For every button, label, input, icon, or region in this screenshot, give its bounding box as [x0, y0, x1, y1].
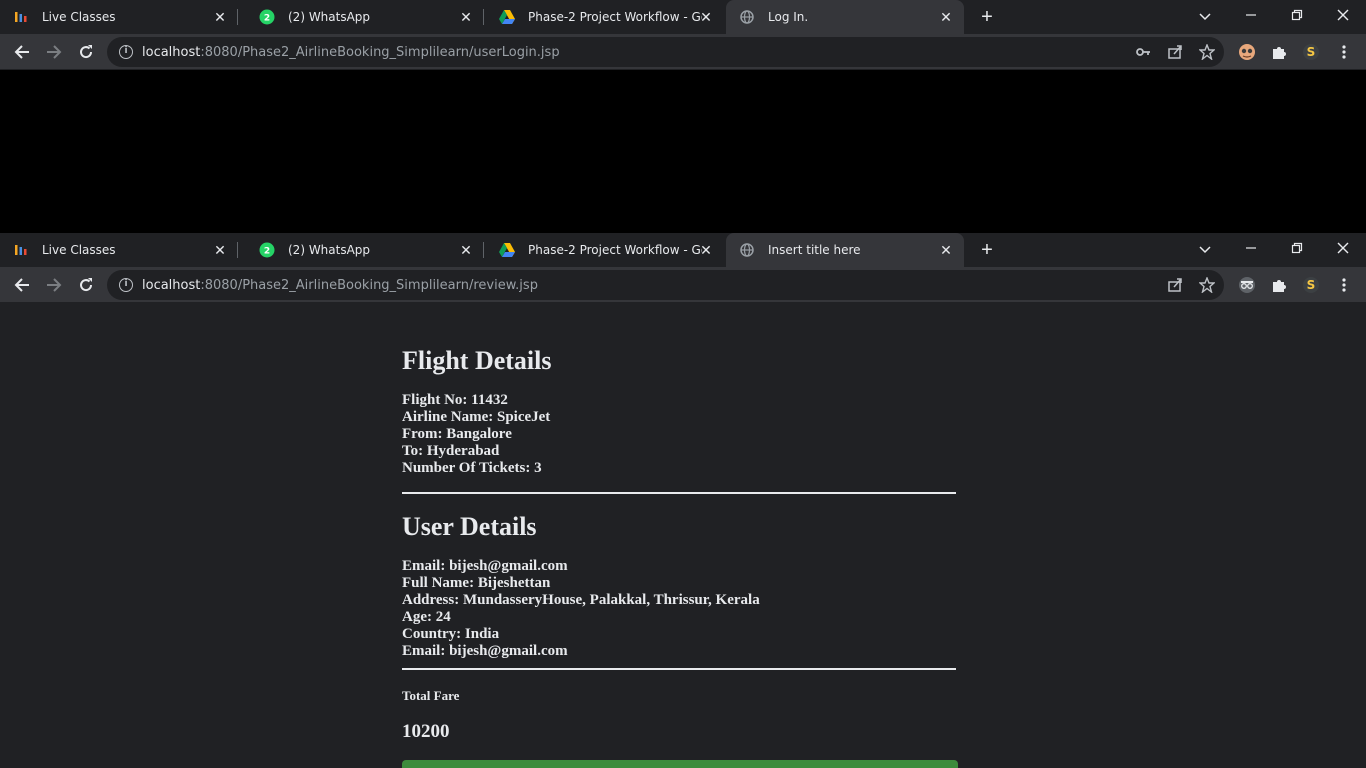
tab-title: Phase-2 Project Workflow - Goog — [528, 10, 702, 24]
flight-number: Flight No: 11432 — [402, 392, 508, 408]
tab-whatsapp[interactable]: 2 (2) WhatsApp ✕ — [246, 0, 484, 34]
tab-title: Phase-2 Project Workflow - Goog — [528, 243, 702, 257]
total-fare-value: 10200 — [402, 721, 450, 742]
globe-icon — [739, 242, 755, 258]
back-arrow-icon[interactable] — [11, 274, 33, 296]
whatsapp-icon: 2 — [259, 242, 275, 258]
url-text: localhost:8080/Phase2_AirlineBooking_Sim… — [142, 277, 538, 293]
minimize-button[interactable] — [1239, 5, 1263, 27]
tab-title: Insert title here — [768, 243, 861, 257]
globe-icon — [739, 9, 755, 25]
address-bar[interactable]: i localhost:8080/Phase2_AirlineBooking_S… — [107, 37, 1224, 67]
restore-button[interactable] — [1285, 5, 1309, 27]
user-full-name: Full Name: Bijeshettan — [402, 575, 551, 591]
tab-title: Log In. — [768, 10, 809, 24]
browser-window-login: Live Classes ✕ 2 (2) WhatsApp ✕ Phase-2 … — [0, 0, 1366, 233]
close-window-button[interactable] — [1331, 5, 1355, 27]
close-icon[interactable]: ✕ — [938, 242, 954, 258]
profile-avatar-icon[interactable] — [1238, 43, 1256, 61]
incognito-avatar-icon[interactable] — [1238, 276, 1256, 294]
back-arrow-icon[interactable] — [11, 41, 33, 63]
tab-live-classes[interactable]: Live Classes ✕ — [0, 233, 238, 267]
address-bar[interactable]: i localhost:8080/Phase2_AirlineBooking_S… — [107, 270, 1224, 300]
tab-search-chevron-icon[interactable] — [1193, 5, 1217, 27]
svg-text:2: 2 — [264, 14, 270, 24]
site-info-icon[interactable]: i — [119, 45, 133, 59]
close-icon[interactable]: ✕ — [938, 9, 954, 25]
new-tab-button[interactable]: + — [976, 6, 998, 28]
extensions-puzzle-icon[interactable] — [1270, 276, 1288, 294]
airline-name: Airline Name: SpiceJet — [402, 409, 551, 425]
tab-title: (2) WhatsApp — [288, 10, 371, 24]
tab-title: Live Classes — [42, 10, 116, 24]
close-icon[interactable]: ✕ — [212, 242, 228, 258]
google-drive-icon — [499, 242, 515, 258]
svg-text:S: S — [1307, 278, 1316, 292]
key-icon[interactable] — [1135, 44, 1151, 60]
flight-details-heading: Flight Details — [402, 346, 552, 375]
reload-icon[interactable] — [75, 41, 97, 63]
bookmark-star-icon[interactable] — [1198, 276, 1216, 294]
tab-title: (2) WhatsApp — [288, 243, 371, 257]
user-address: Address: MundasseryHouse, Palakkal, Thri… — [402, 592, 760, 608]
close-icon[interactable]: ✕ — [458, 242, 474, 258]
page-content: Flight Details Flight No: 11432 Airline … — [0, 303, 1366, 768]
reload-icon[interactable] — [75, 274, 97, 296]
user-age: Age: 24 — [402, 609, 451, 625]
tab-google-drive[interactable]: Phase-2 Project Workflow - Goog ✕ — [486, 233, 724, 267]
minimize-button[interactable] — [1239, 238, 1263, 260]
new-tab-button[interactable]: + — [976, 239, 998, 261]
proceed-button[interactable] — [402, 760, 958, 768]
browser-toolbar: i localhost:8080/Phase2_AirlineBooking_S… — [0, 34, 1366, 70]
share-icon[interactable] — [1167, 44, 1183, 60]
menu-kebab-icon[interactable] — [1335, 43, 1353, 61]
extensions-puzzle-icon[interactable] — [1270, 43, 1288, 61]
tab-strip: Live Classes ✕ 2 (2) WhatsApp ✕ Phase-2 … — [0, 0, 1366, 34]
url-text: localhost:8080/Phase2_AirlineBooking_Sim… — [142, 44, 560, 60]
tab-title: Live Classes — [42, 243, 116, 257]
from-city: From: Bangalore — [402, 426, 512, 442]
tab-google-drive[interactable]: Phase-2 Project Workflow - Goog ✕ — [486, 0, 724, 34]
svg-text:2: 2 — [264, 247, 270, 257]
extension-s-icon[interactable]: S — [1302, 43, 1320, 61]
close-icon[interactable]: ✕ — [212, 9, 228, 25]
close-icon[interactable]: ✕ — [698, 242, 714, 258]
close-icon[interactable]: ✕ — [458, 9, 474, 25]
total-fare-label: Total Fare — [402, 688, 460, 703]
user-country: Country: India — [402, 626, 500, 642]
user-email: Email: bijesh@gmail.com — [402, 558, 568, 574]
ticket-count: Number Of Tickets: 3 — [402, 460, 542, 476]
tab-strip: Live Classes ✕ 2 (2) WhatsApp ✕ Phase-2 … — [0, 233, 1366, 267]
tab-log-in[interactable]: Log In. ✕ — [726, 0, 964, 34]
whatsapp-icon: 2 — [259, 9, 275, 25]
tab-whatsapp[interactable]: 2 (2) WhatsApp ✕ — [246, 233, 484, 267]
tab-insert-title[interactable]: Insert title here ✕ — [726, 233, 964, 267]
tab-live-classes[interactable]: Live Classes ✕ — [0, 0, 238, 34]
user-details-heading: User Details — [402, 512, 537, 541]
divider — [402, 492, 956, 494]
svg-text:S: S — [1307, 45, 1316, 59]
share-icon[interactable] — [1167, 277, 1183, 293]
close-icon[interactable]: ✕ — [698, 9, 714, 25]
forward-arrow-icon[interactable] — [43, 41, 65, 63]
browser-window-review: Live Classes ✕ 2 (2) WhatsApp ✕ Phase-2 … — [0, 233, 1366, 768]
close-window-button[interactable] — [1331, 238, 1355, 260]
google-drive-icon — [499, 9, 515, 25]
to-city: To: Hyderabad — [402, 443, 500, 459]
live-classes-icon — [13, 9, 29, 25]
browser-toolbar: i localhost:8080/Phase2_AirlineBooking_S… — [0, 267, 1366, 303]
tab-search-chevron-icon[interactable] — [1193, 238, 1217, 260]
site-info-icon[interactable]: i — [119, 278, 133, 292]
extension-s-icon[interactable]: S — [1302, 276, 1320, 294]
live-classes-icon — [13, 242, 29, 258]
user-email-repeat: Email: bijesh@gmail.com — [402, 643, 568, 659]
divider — [402, 668, 956, 670]
menu-kebab-icon[interactable] — [1335, 276, 1353, 294]
bookmark-star-icon[interactable] — [1198, 43, 1216, 61]
forward-arrow-icon[interactable] — [43, 274, 65, 296]
restore-button[interactable] — [1285, 238, 1309, 260]
